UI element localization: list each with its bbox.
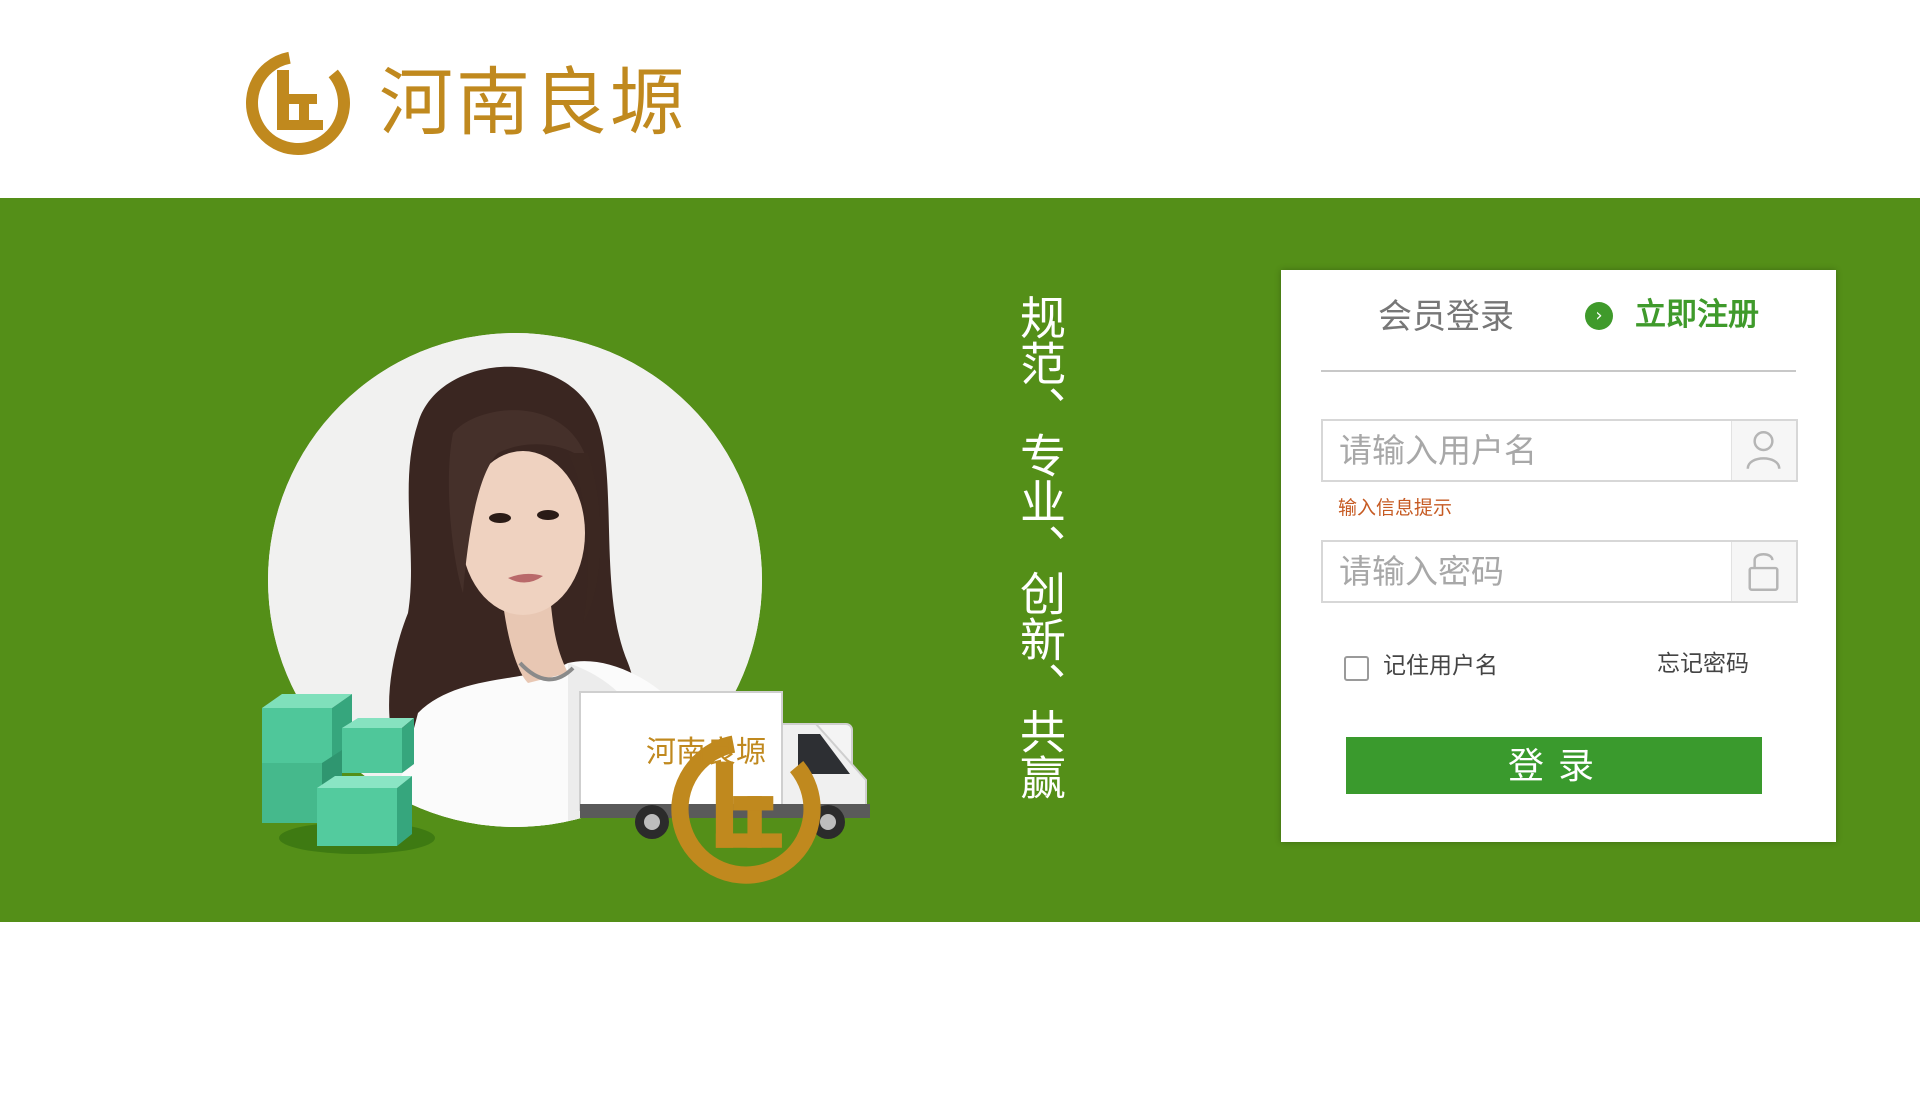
brand-name: 河南良塬 xyxy=(379,60,687,146)
brand-logo[interactable]: 河南良塬 xyxy=(243,48,687,158)
parcel-boxes-image xyxy=(262,688,437,856)
forgot-password-link[interactable]: 忘记密码 xyxy=(1657,653,1749,676)
register-link[interactable]: › 立即注册 xyxy=(1585,300,1759,331)
hero-banner: 河南良塬 规范、专业、创新、共赢 会员登录 › 立即注册 输入信息提示 xyxy=(0,198,1920,922)
register-label: 立即注册 xyxy=(1635,297,1759,333)
truck-brand-label: 河南良塬 xyxy=(646,735,766,770)
password-input[interactable] xyxy=(1323,542,1733,601)
boxes-icon xyxy=(262,694,435,854)
remember-label: 记住用户名 xyxy=(1383,653,1498,679)
delivery-truck-image: 河南良塬 xyxy=(576,684,880,884)
username-input[interactable] xyxy=(1323,421,1733,480)
slogan: 规范、专业、创新、共赢 xyxy=(1013,294,1067,800)
login-tabs: 会员登录 › 立即注册 xyxy=(1321,270,1796,372)
remember-username[interactable]: 记住用户名 xyxy=(1344,652,1498,681)
arrow-circle-icon: › xyxy=(1585,301,1613,330)
password-field xyxy=(1321,540,1798,603)
input-hint: 输入信息提示 xyxy=(1338,497,1453,519)
login-panel: 会员登录 › 立即注册 输入信息提示 xyxy=(1281,270,1836,842)
header: 河南良塬 xyxy=(0,0,1920,198)
username-field xyxy=(1321,419,1798,482)
remember-checkbox[interactable] xyxy=(1344,656,1369,681)
lock-icon xyxy=(1731,542,1796,601)
tab-member-login[interactable]: 会员登录 xyxy=(1378,300,1514,334)
user-icon xyxy=(1731,421,1796,480)
lg-monogram-logo-icon xyxy=(246,51,350,155)
login-button[interactable]: 登录 xyxy=(1346,737,1762,794)
